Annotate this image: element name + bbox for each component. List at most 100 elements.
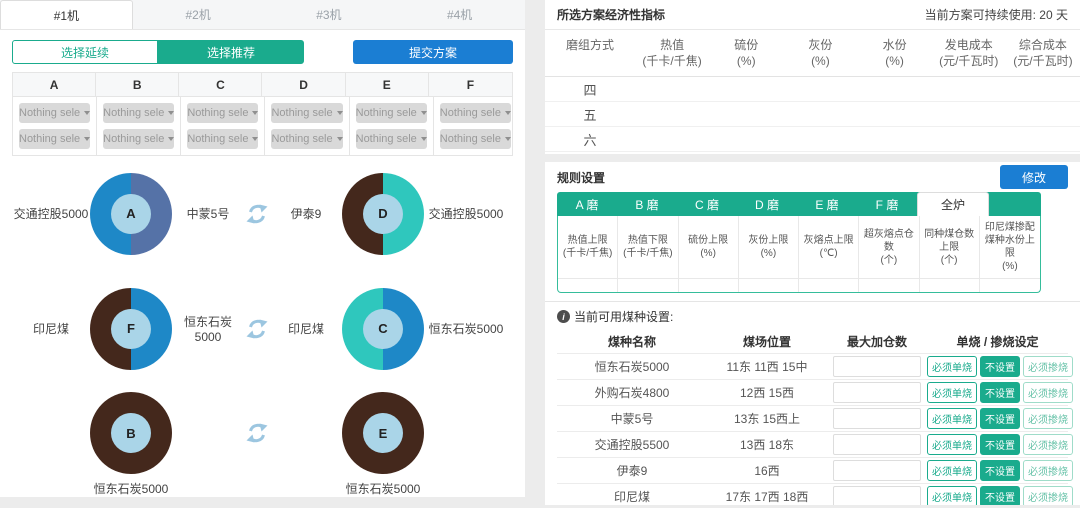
col-unit: (%): [711, 53, 781, 69]
coal-select-dropdown[interactable]: Nothing sele: [356, 103, 427, 123]
must-single-burn-badge[interactable]: 必须单烧: [927, 434, 977, 455]
coal-select-dropdown[interactable]: Nothing sele: [19, 103, 90, 123]
coal-row: 印尼煤 17东 17西 18西 必须单烧 不设置 必须掺烧: [557, 483, 1068, 505]
must-single-burn-badge[interactable]: 必须单烧: [927, 382, 977, 403]
tab-mill-d[interactable]: D 磨: [737, 192, 797, 216]
tab-mill-a[interactable]: A 磨: [557, 192, 617, 216]
mill-cell-f: Nothing sele Nothing sele: [434, 97, 517, 155]
coal-select-dropdown[interactable]: Nothing sele: [271, 129, 342, 149]
mill-cell-d: Nothing sele Nothing sele: [265, 97, 349, 155]
blend-right-label: 恒东石炭5000: [172, 313, 244, 344]
choose-continue-button[interactable]: 选择延续: [12, 40, 158, 64]
available-coal-table: 煤种名称 煤场位置 最大加仓数 单烧 / 掺烧设定 恒东石炭5000 11东 1…: [557, 329, 1068, 505]
dropdown-label: Nothing sele: [19, 107, 80, 119]
blend-right-label: 交通控股5000: [424, 205, 508, 222]
swap-icon[interactable]: [244, 316, 270, 342]
max-bins-input[interactable]: [833, 434, 921, 455]
coal-select-dropdown[interactable]: Nothing sele: [103, 129, 174, 149]
not-set-badge[interactable]: 不设置: [980, 434, 1020, 455]
coal-name: 伊泰9: [557, 462, 707, 479]
not-set-badge[interactable]: 不设置: [980, 382, 1020, 403]
col-comprehensive-cost: 综合成本: [1008, 37, 1078, 53]
tab-mill-e[interactable]: E 磨: [797, 192, 857, 216]
economics-row: 五: [545, 102, 1080, 127]
dropdown-label: Nothing sele: [440, 133, 501, 145]
tab-unit-3[interactable]: #3机: [264, 0, 395, 29]
must-single-burn-badge[interactable]: 必须单烧: [927, 460, 977, 481]
col-unit: (%): [859, 53, 929, 69]
choose-recommend-button[interactable]: 选择推荐: [158, 40, 304, 64]
economic-indicators-panel: 所选方案经济性指标 当前方案可持续使用: 20 天 磨组方式 热值(千卡/千焦)…: [545, 0, 1080, 154]
must-single-burn-badge[interactable]: 必须单烧: [927, 356, 977, 377]
coal-name: 中蒙5号: [557, 410, 707, 427]
must-blend-burn-badge[interactable]: 必须掺烧: [1023, 408, 1073, 429]
col-mill-mode: 磨组方式: [547, 37, 633, 53]
coal-select-dropdown[interactable]: Nothing sele: [356, 129, 427, 149]
max-bins-input[interactable]: [833, 486, 921, 505]
must-blend-burn-badge[interactable]: 必须掺烧: [1023, 356, 1073, 377]
coal-name: 恒东石炭5000: [557, 358, 707, 375]
not-set-badge[interactable]: 不设置: [980, 408, 1020, 429]
col-heat-upper: 热值上限(千卡/千焦): [558, 216, 618, 278]
mill-col-e: E: [346, 73, 429, 97]
chevron-down-icon: [168, 111, 174, 115]
swap-icon[interactable]: [244, 201, 270, 227]
available-coal-title: 当前可用煤种设置:: [574, 308, 673, 325]
coal-select-dropdown[interactable]: Nothing sele: [103, 103, 174, 123]
blend-left-label: 交通控股5000: [12, 205, 90, 222]
rule-settings-title: 规则设置: [557, 169, 605, 186]
mill-col-a: A: [13, 73, 96, 97]
chevron-down-icon: [84, 137, 90, 141]
tab-mill-f[interactable]: F 磨: [857, 192, 917, 216]
coal-location: 11东 11西 15中: [707, 358, 827, 375]
tab-unit-1[interactable]: #1机: [0, 0, 133, 29]
col-max-bins: 最大加仓数: [827, 333, 927, 350]
col-heat-value: 热值: [637, 37, 707, 53]
mill-mode-value: 六: [545, 130, 635, 149]
must-blend-burn-badge[interactable]: 必须掺烧: [1023, 434, 1073, 455]
coal-table-header: 煤种名称 煤场位置 最大加仓数 单烧 / 掺烧设定: [557, 329, 1068, 353]
chevron-down-icon: [337, 137, 343, 141]
swap-icon[interactable]: [244, 420, 270, 446]
must-blend-burn-badge[interactable]: 必须掺烧: [1023, 486, 1073, 505]
tab-unit-4[interactable]: #4机: [394, 0, 525, 29]
max-bins-input[interactable]: [833, 460, 921, 481]
col-sulfur: 硫份: [711, 37, 781, 53]
coal-location: 13东 15西上: [707, 410, 827, 427]
coal-select-dropdown[interactable]: Nothing sele: [187, 129, 258, 149]
coal-select-dropdown[interactable]: Nothing sele: [440, 103, 511, 123]
not-set-badge[interactable]: 不设置: [980, 356, 1020, 377]
tab-mill-b[interactable]: B 磨: [617, 192, 677, 216]
mill-d-donut-chart: D: [342, 173, 424, 255]
tab-unit-2[interactable]: #2机: [133, 0, 264, 29]
col-unit: (元/千瓦时): [1008, 53, 1078, 69]
must-blend-burn-badge[interactable]: 必须掺烧: [1023, 460, 1073, 481]
must-single-burn-badge[interactable]: 必须单烧: [927, 408, 977, 429]
coal-row: 恒东石炭5000 11东 11西 15中 必须单烧 不设置 必须掺烧: [557, 353, 1068, 379]
modify-button[interactable]: 修改: [1000, 165, 1068, 189]
coal-select-dropdown[interactable]: Nothing sele: [440, 129, 511, 149]
coal-select-dropdown[interactable]: Nothing sele: [187, 103, 258, 123]
max-bins-input[interactable]: [833, 408, 921, 429]
col-unit: (千卡/千焦): [637, 53, 707, 69]
unit-tabs: #1机 #2机 #3机 #4机: [0, 0, 525, 30]
col-sulfur-upper: 硫份上限(%): [679, 216, 739, 278]
must-blend-burn-badge[interactable]: 必须掺烧: [1023, 382, 1073, 403]
submit-plan-button[interactable]: 提交方案: [353, 40, 513, 64]
coal-location: 16西: [707, 462, 827, 479]
must-single-burn-badge[interactable]: 必须单烧: [927, 486, 977, 505]
coal-select-dropdown[interactable]: Nothing sele: [19, 129, 90, 149]
chevron-down-icon: [421, 137, 427, 141]
mill-col-d: D: [262, 73, 345, 97]
tab-mill-c[interactable]: C 磨: [677, 192, 737, 216]
mill-letter: A: [111, 194, 151, 234]
economic-indicators-title: 所选方案经济性指标: [557, 6, 665, 23]
mill-c-donut-chart: C: [342, 288, 424, 370]
coal-select-dropdown[interactable]: Nothing sele: [271, 103, 342, 123]
max-bins-input[interactable]: [833, 382, 921, 403]
not-set-badge[interactable]: 不设置: [980, 460, 1020, 481]
tab-whole-furnace[interactable]: 全炉: [917, 192, 989, 216]
not-set-badge[interactable]: 不设置: [980, 486, 1020, 505]
coal-location: 12西 15西: [707, 384, 827, 401]
max-bins-input[interactable]: [833, 356, 921, 377]
